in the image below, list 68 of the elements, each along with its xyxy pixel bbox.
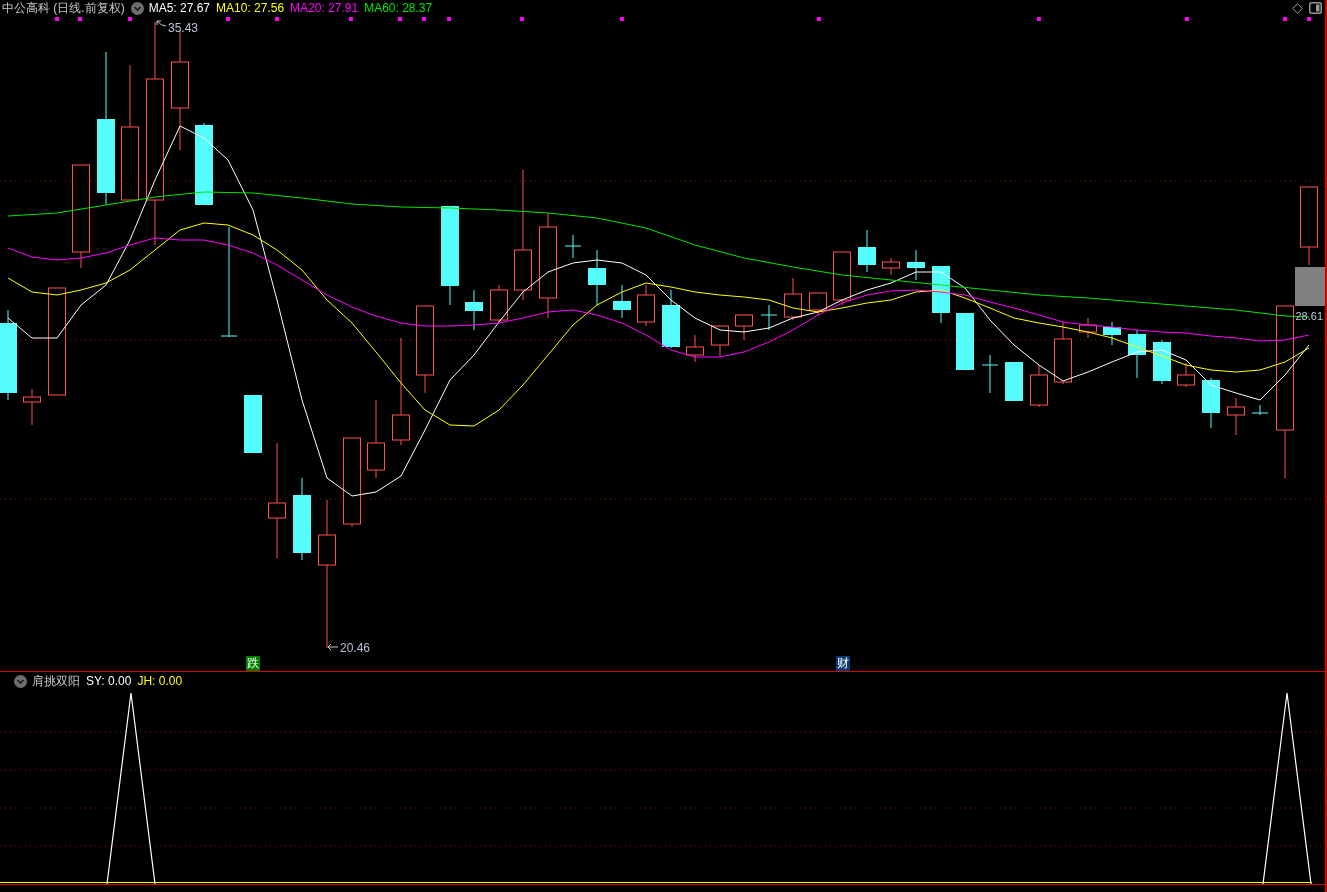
rising-candle (1079, 317, 1097, 339)
event-marker-icon (1185, 17, 1189, 21)
indicator-value: MA10: 27.56 (216, 1, 285, 15)
indicator-title: 肩挑双阳 (32, 672, 80, 690)
falling-candle (1202, 377, 1220, 429)
dropdown-icon[interactable] (130, 1, 144, 15)
event-marker-icon (422, 17, 426, 21)
rising-candle (1177, 362, 1195, 388)
event-tag: 财 (836, 656, 850, 671)
doji-candle (981, 354, 999, 394)
falling-candle (1153, 339, 1171, 385)
rising-candle (833, 251, 851, 306)
falling-candle (588, 249, 606, 306)
rising-candle (686, 334, 704, 363)
event-marker-icon (349, 17, 353, 21)
last-price-label: 28.61 (1295, 310, 1323, 322)
doji-candle (760, 304, 778, 331)
chart-title: 中公高科 (日线.前复权) (2, 0, 125, 17)
rising-candle (1030, 364, 1048, 408)
event-marker-icon (520, 17, 524, 21)
event-marker-icon (1307, 17, 1311, 21)
event-marker-icon (275, 17, 279, 21)
indicator-value: SY: 0.00 (86, 674, 132, 688)
rising-candle (809, 292, 827, 316)
falling-candle (1128, 329, 1146, 379)
falling-candle (1103, 321, 1121, 346)
panel-icon[interactable] (1309, 2, 1322, 14)
rising-candle (1054, 321, 1072, 385)
leader-arrow (327, 643, 339, 651)
leader-line (156, 20, 167, 27)
dropdown-icon[interactable] (14, 674, 27, 688)
event-marker-icon (447, 17, 451, 21)
falling-candle (662, 289, 680, 349)
rising-candle (735, 313, 753, 341)
indicator-value: MA20: 27.91 (290, 1, 359, 15)
falling-candle (907, 249, 925, 281)
event-marker-icon (226, 17, 230, 21)
doji-candle (564, 234, 582, 259)
low-price-label: 20.46 (340, 641, 371, 655)
falling-candle (858, 229, 876, 273)
rising-candle (637, 284, 655, 327)
rising-candle (711, 324, 729, 357)
falling-candle (613, 284, 631, 319)
event-marker-icon (55, 17, 59, 21)
event-marker-icon (78, 17, 82, 21)
event-marker-icon (817, 17, 821, 21)
event-marker-icon (398, 17, 402, 21)
high-price-label: 35.43 (168, 21, 199, 35)
indicator-value: MA60: 28.37 (364, 1, 433, 15)
rising-candle (784, 277, 802, 321)
diamond-icon[interactable] (1292, 2, 1303, 14)
falling-candle (244, 394, 262, 454)
rising-candle (490, 284, 508, 323)
falling-candle (956, 312, 974, 371)
indicator-value: JH: 0.00 (137, 674, 183, 688)
event-marker-icon (620, 17, 624, 21)
rising-candle (882, 257, 900, 276)
falling-candle (465, 289, 483, 331)
falling-candle (1005, 361, 1023, 402)
event-marker-icon (1037, 17, 1041, 21)
price-highlight (1295, 267, 1325, 306)
rising-candle (23, 388, 41, 426)
rising-candle (1227, 397, 1245, 436)
event-marker-icon (128, 17, 132, 21)
doji-candle (1251, 404, 1269, 416)
event-marker-icon (1283, 17, 1287, 21)
indicator-value: MA5: 27.67 (148, 1, 211, 15)
event-tag: 跌 (246, 656, 260, 671)
